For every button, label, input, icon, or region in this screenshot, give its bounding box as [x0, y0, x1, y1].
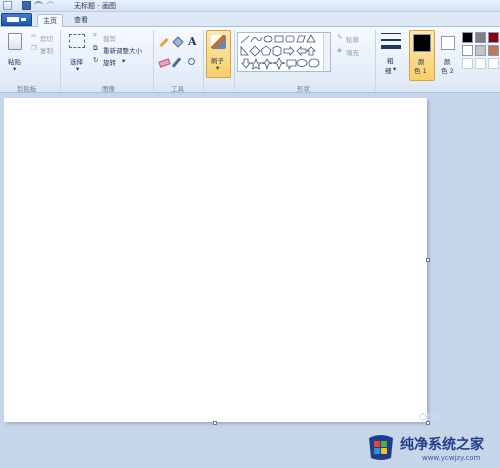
eraser-icon[interactable] — [158, 58, 171, 68]
size-dropdown-icon[interactable]: ▾ — [393, 65, 396, 73]
brush-icon[interactable] — [211, 35, 226, 49]
crop-icon[interactable]: ⌗ — [93, 31, 97, 40]
palette-color[interactable] — [475, 32, 486, 43]
canvas-resize-handle-bottom[interactable] — [213, 421, 217, 425]
color2-label-2[interactable]: 色 2 — [441, 65, 454, 75]
clipboard-group-label: 剪贴板 — [17, 85, 37, 93]
tab-view[interactable]: 查看 — [68, 14, 94, 28]
cut-icon[interactable]: ✂ — [31, 32, 36, 40]
palette-color[interactable] — [462, 45, 473, 56]
copy-icon[interactable]: ❐ — [31, 44, 37, 52]
tools-group-label: 工具 — [171, 85, 184, 93]
title-bar: 无标题 - 画图 — [0, 0, 500, 12]
watermark: 纯净系统之家 www.ycwjzy.com — [360, 428, 500, 468]
image-group-label: 图像 — [102, 85, 115, 93]
cut-button[interactable]: 剪切 — [40, 33, 53, 43]
watermark-brand: 纯净系统之家 — [400, 437, 484, 453]
size-label-2[interactable]: 细 — [385, 65, 392, 75]
shapes-group-label: 形状 — [297, 85, 310, 93]
undo-icon[interactable] — [34, 1, 43, 10]
tab-home[interactable]: 主页 — [37, 14, 63, 28]
color-picker-icon[interactable] — [171, 57, 182, 68]
redo-icon[interactable] — [46, 1, 55, 10]
paste-icon[interactable] — [8, 33, 22, 50]
watermark-badge — [419, 413, 440, 421]
resize-icon[interactable]: ⧉ — [93, 44, 98, 53]
outline-icon[interactable]: ✎ — [337, 33, 342, 41]
ribbon-tab-row: 主页 查看 — [0, 12, 500, 28]
rotate-dropdown-icon[interactable]: ▾ — [122, 57, 125, 65]
fill-icon[interactable]: ◈ — [337, 46, 342, 54]
fill-bucket-icon[interactable] — [172, 36, 184, 48]
palette-color[interactable] — [488, 58, 499, 69]
size-label-1[interactable]: 粗 — [387, 55, 394, 65]
magnifier-icon[interactable] — [188, 58, 195, 65]
canvas-resize-handle-right[interactable] — [426, 258, 430, 262]
palette-color[interactable] — [488, 45, 499, 56]
resize-button[interactable]: 重新调整大小 — [103, 45, 142, 55]
copy-button[interactable]: 复制 — [40, 45, 53, 55]
paint-app-icon[interactable] — [3, 1, 12, 10]
paste-dropdown-icon[interactable]: ▾ — [13, 65, 16, 73]
shapes-gallery[interactable] — [237, 32, 331, 72]
size-icon-line — [381, 39, 401, 41]
palette-color[interactable] — [475, 58, 486, 69]
palette-color[interactable] — [488, 32, 499, 43]
watermark-url: www.ycwjzy.com — [422, 454, 481, 462]
shapes-icons — [240, 34, 320, 71]
rotate-button[interactable]: 旋转 — [103, 57, 116, 67]
palette-color[interactable] — [475, 45, 486, 56]
divider — [375, 30, 376, 90]
crop-button[interactable]: 裁剪 — [103, 33, 116, 43]
divider — [153, 30, 154, 90]
brushes-dropdown-icon: ▾ — [216, 64, 220, 72]
text-icon[interactable]: A — [188, 35, 197, 48]
save-icon[interactable] — [22, 1, 31, 10]
color2-swatch[interactable] — [441, 36, 455, 50]
drawing-canvas[interactable] — [4, 98, 427, 422]
shapes-gallery-scrollbar[interactable] — [323, 33, 330, 71]
window-title: 无标题 - 画图 — [74, 2, 116, 10]
size-icon[interactable] — [381, 33, 401, 49]
rotate-icon[interactable]: ↻ — [93, 56, 98, 64]
outline-button[interactable]: 轮廓 — [346, 34, 359, 44]
paint-menu-button[interactable] — [1, 13, 32, 26]
divider — [60, 30, 61, 90]
palette-color[interactable] — [462, 32, 473, 43]
color1-label-2: 色 1 — [414, 67, 427, 75]
select-icon[interactable] — [69, 34, 85, 48]
color1-swatch — [413, 34, 431, 52]
divider — [203, 30, 204, 90]
customize-toolbar-icon[interactable] — [59, 1, 65, 10]
ribbon: 粘贴 ▾ ✂ 剪切 ❐ 复制 剪贴板 选择 ▾ ⌗ 裁剪 ⧉ 重新调整大小 ↻ … — [0, 27, 500, 93]
divider — [234, 30, 235, 90]
watermark-logo — [369, 435, 393, 460]
pencil-icon[interactable] — [159, 37, 169, 48]
select-dropdown-icon[interactable]: ▾ — [76, 65, 79, 73]
palette-color[interactable] — [462, 58, 473, 69]
fill-button[interactable]: 填充 — [346, 47, 359, 57]
